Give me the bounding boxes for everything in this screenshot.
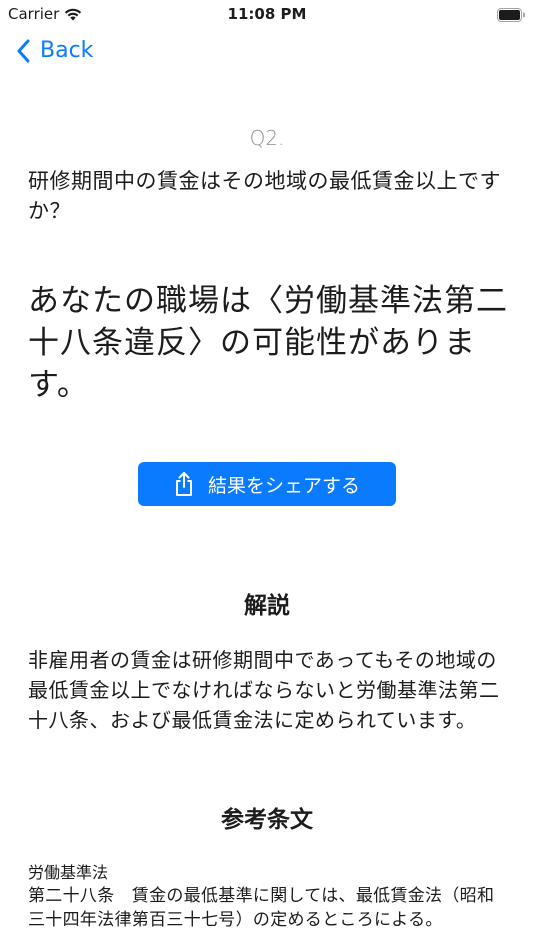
result-text: あなたの職場は〈労働基準法第二十八条違反〉の可能性があります。 [28, 283, 508, 403]
explanation-title: 解説 [244, 593, 290, 619]
reference-law-name: 労働基準法 [28, 863, 109, 882]
battery-icon [497, 7, 526, 26]
share-icon [174, 471, 194, 497]
question-number: Q2. [249, 126, 285, 150]
reference-article: 第二十八条 賃金の最低基準に関しては、最低賃金法（昭和三十四年法律第百三十七号）… [28, 886, 495, 930]
status-time: 11:08 PM [227, 5, 307, 23]
navigation-bar: Back [0, 36, 534, 76]
question-text: 研修期間中の賃金はその地域の最低賃金以上ですか？ [28, 169, 501, 223]
screen: Carrier 11:08 PM Back Q2. 研修期間中の賃金はその地域の… [0, 0, 534, 950]
share-button-label: 結果をシェアする [207, 474, 360, 497]
reference-title: 参考条文 [221, 807, 313, 833]
share-button[interactable]: 結果をシェアする [138, 462, 396, 506]
explanation-text: 非雇用者の賃金は研修期間中であってもその地域の最低賃金以上でなければならないと労… [28, 648, 500, 732]
back-button[interactable]: Back [16, 38, 93, 63]
back-label: Back [40, 38, 94, 63]
status-bar: Carrier 11:08 PM [0, 0, 534, 30]
chevron-left-icon [16, 39, 30, 63]
